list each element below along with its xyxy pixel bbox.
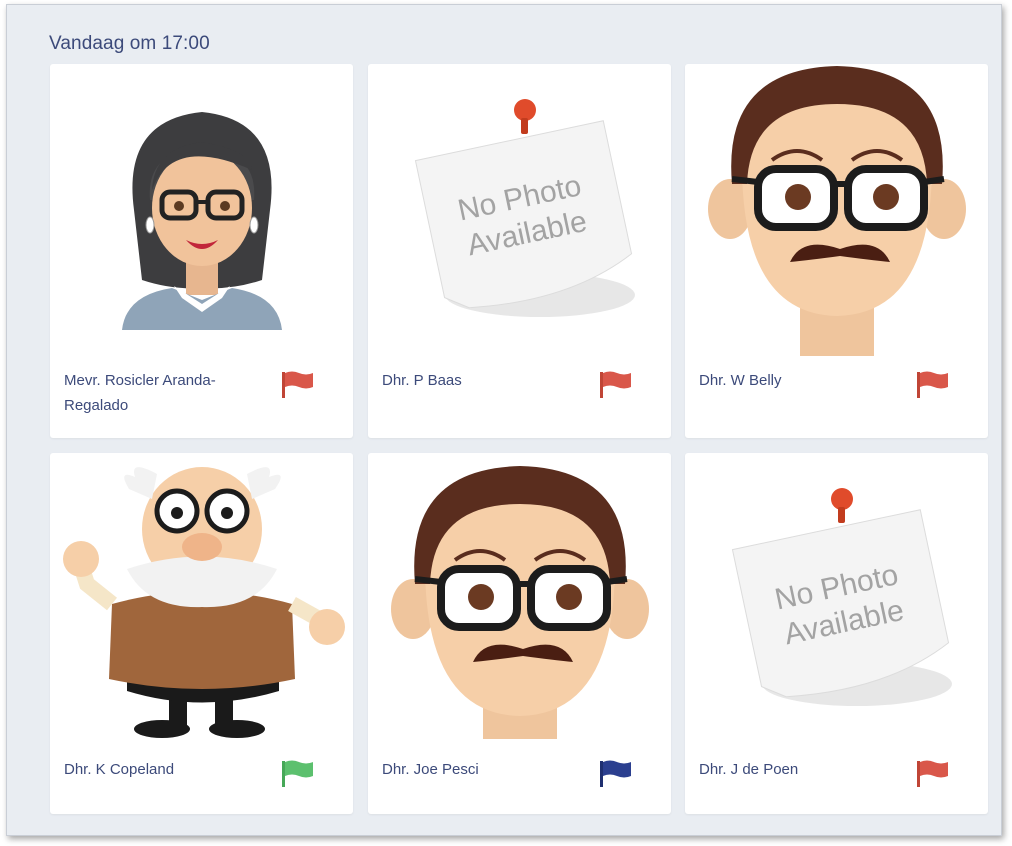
red-flag-icon[interactable] xyxy=(915,759,949,787)
pushpin-icon xyxy=(830,488,853,510)
person-name[interactable]: Dhr. K Copeland xyxy=(64,757,264,782)
red-flag-icon[interactable] xyxy=(280,370,314,398)
blue-flag-icon[interactable] xyxy=(598,759,632,787)
no-photo-placeholder-image: No Photo Available xyxy=(368,64,671,356)
person-card[interactable]: No Photo Available Dhr. J de Poen xyxy=(685,453,988,814)
person-name[interactable]: Mevr. Rosicler Aranda-Regalado xyxy=(64,368,264,418)
person-card[interactable]: Dhr. K Copeland xyxy=(50,453,353,814)
person-card[interactable]: No Photo Available Dhr. P Baas xyxy=(368,64,671,438)
person-photo xyxy=(50,453,353,745)
person-photo xyxy=(685,64,988,356)
person-name[interactable]: Dhr. J de Poen xyxy=(699,757,899,782)
appointments-panel: Vandaag om 17:00 Mevr. Rosicler Aranda-R… xyxy=(6,4,1002,836)
person-card[interactable]: Dhr. W Belly xyxy=(685,64,988,438)
green-flag-icon[interactable] xyxy=(280,759,314,787)
person-name[interactable]: Dhr. W Belly xyxy=(699,368,899,393)
person-name[interactable]: Dhr. Joe Pesci xyxy=(382,757,582,782)
person-card[interactable]: Mevr. Rosicler Aranda-Regalado xyxy=(50,64,353,438)
red-flag-icon[interactable] xyxy=(598,370,632,398)
person-card[interactable]: Dhr. Joe Pesci xyxy=(368,453,671,814)
person-name[interactable]: Dhr. P Baas xyxy=(382,368,582,393)
no-photo-placeholder-image: No Photo Available xyxy=(685,453,988,745)
section-title: Vandaag om 17:00 xyxy=(49,33,210,54)
person-photo xyxy=(368,453,671,745)
pushpin-icon xyxy=(513,99,536,121)
red-flag-icon[interactable] xyxy=(915,370,949,398)
person-photo xyxy=(50,64,353,356)
